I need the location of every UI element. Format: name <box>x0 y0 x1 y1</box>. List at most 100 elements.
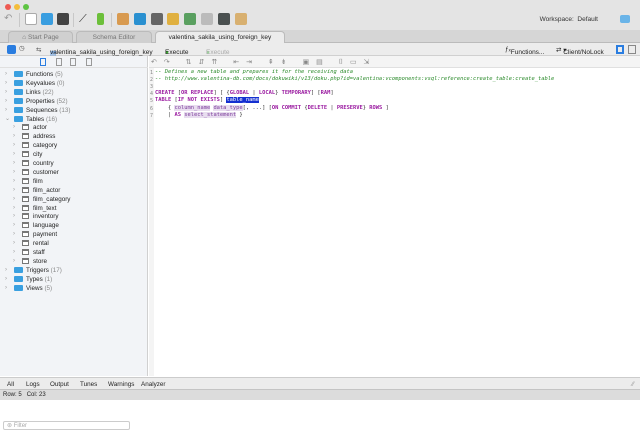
tree-table-item[interactable]: › country <box>13 159 54 168</box>
chevron-right-icon[interactable]: › <box>13 159 15 168</box>
tree-table-item[interactable]: › film_actor <box>13 186 60 195</box>
tree-table-item[interactable]: › store <box>13 257 47 266</box>
open-folder-icon[interactable] <box>41 13 53 25</box>
chevron-right-icon[interactable]: › <box>5 79 7 88</box>
chevron-right-icon[interactable]: › <box>13 195 15 204</box>
tab-schema-editor[interactable]: Schema Editor <box>76 31 152 43</box>
chevron-right-icon[interactable]: › <box>5 275 7 284</box>
chevron-right-icon[interactable]: › <box>13 186 15 195</box>
diagram-icon[interactable] <box>184 13 196 25</box>
home-icon[interactable] <box>117 13 129 25</box>
sql-editor[interactable]: ↶↷ ⇅⇵⇈ ⇤⇥ ⇞⇟ ▣▤ ⌷▭⇲ 1 -- Defines a new ta… <box>149 56 640 376</box>
tree-table-item[interactable]: › category <box>13 141 57 150</box>
chat-icon[interactable] <box>620 15 630 23</box>
tree-table-item[interactable]: › inventory <box>13 212 59 221</box>
book-icon[interactable] <box>235 13 247 25</box>
chevron-right-icon[interactable]: › <box>13 132 15 141</box>
resize-handle-icon[interactable]: ⁄⁄ <box>632 381 634 388</box>
chevron-right-icon[interactable]: › <box>13 230 15 239</box>
tab-start-page[interactable]: ⌂ Start Page <box>8 31 73 43</box>
filter-input[interactable]: ⊛ Filter <box>3 421 130 430</box>
report-icon[interactable] <box>167 13 179 25</box>
tree-table-item[interactable]: › rental <box>13 239 49 248</box>
code-line[interactable]: { column_name data_type[, ...] [ON COMMI… <box>155 104 389 112</box>
undo-icon[interactable]: ↶ <box>4 13 16 25</box>
code-line[interactable]: TABLE [IF NOT EXISTS] table_name <box>155 97 259 104</box>
chevron-right-icon[interactable]: › <box>13 168 15 177</box>
list-view-icon[interactable] <box>56 58 62 66</box>
functions-button[interactable]: ƒₓ Functions... <box>505 46 544 56</box>
tab-query[interactable]: valentina_sakila_using_foreign_key <box>155 31 285 43</box>
tree-table-item[interactable]: › film_category <box>13 195 70 204</box>
tree-table-item[interactable]: › customer <box>13 168 59 177</box>
chevron-right-icon[interactable]: › <box>13 221 15 230</box>
chevron-right-icon[interactable]: › <box>5 284 7 293</box>
editor-tool-icons[interactable]: ↶↷ ⇅⇵⇈ ⇤⇥ ⇞⇟ ▣▤ ⌷▭⇲ <box>137 58 376 67</box>
chevron-right-icon[interactable]: › <box>5 106 7 115</box>
detail-view-icon[interactable] <box>70 58 76 66</box>
code-line[interactable]: | AS select_statement } <box>155 111 243 119</box>
bottom-tab-all[interactable]: All <box>7 381 14 388</box>
left-panel-toggle[interactable] <box>616 45 624 54</box>
chevron-right-icon[interactable]: › <box>13 141 15 150</box>
tree-group-views[interactable]: › Views (5) <box>5 284 52 293</box>
history-icon[interactable]: ◷ <box>19 44 25 52</box>
close-window-button[interactable] <box>5 4 11 10</box>
bottom-tab-logs[interactable]: Logs <box>26 381 40 388</box>
schema-icon[interactable] <box>134 13 146 25</box>
bookmark-icon[interactable] <box>97 13 104 25</box>
workspace-indicator[interactable]: Workspace: Default <box>540 16 598 23</box>
tree-group-links[interactable]: › Links (22) <box>5 88 54 97</box>
tree-table-item[interactable]: › city <box>13 150 42 159</box>
tree-group-types[interactable]: › Types (1) <box>5 275 52 284</box>
tree-group-triggers[interactable]: › Triggers (17) <box>5 266 62 275</box>
group-label: Links <box>26 88 41 96</box>
tree-table-item[interactable]: › payment <box>13 230 57 239</box>
image-view-icon[interactable] <box>86 58 92 66</box>
tree-table-item[interactable]: › film <box>13 177 43 186</box>
maximize-window-button[interactable] <box>23 4 29 10</box>
tree-group-tables[interactable]: ⌄ Tables (16) <box>5 115 57 124</box>
bottom-tab-warnings[interactable]: Warnings <box>108 381 134 388</box>
tree-group-sequences[interactable]: › Sequences (13) <box>5 106 70 115</box>
code-line[interactable]: CREATE [OR REPLACE] [ {GLOBAL | LOCAL} T… <box>155 90 334 97</box>
bottom-tab-tunes[interactable]: Tunes <box>80 381 97 388</box>
tree-group-keyvalues[interactable]: › Keyvalues (0) <box>5 79 65 88</box>
chevron-right-icon[interactable]: › <box>13 204 15 213</box>
edit-mode-button[interactable] <box>7 45 16 54</box>
bottom-tab-output[interactable]: Output <box>50 381 69 388</box>
lock-mode-dropdown[interactable]: ⇄ Client/NoLock ▾ <box>556 46 604 56</box>
chevron-right-icon[interactable]: › <box>5 266 7 275</box>
tree-table-item[interactable]: › staff <box>13 248 45 257</box>
chevron-right-icon[interactable]: › <box>13 212 15 221</box>
chevron-right-icon[interactable]: › <box>13 248 15 257</box>
chevron-down-icon[interactable]: ⌄ <box>5 115 10 124</box>
tree-table-item[interactable]: › language <box>13 221 59 230</box>
chevron-right-icon[interactable]: › <box>13 257 15 266</box>
tree-table-item[interactable]: › actor <box>13 123 47 132</box>
chevron-right-icon[interactable]: › <box>13 150 15 159</box>
connection-icon[interactable]: ⇆ <box>36 46 41 54</box>
code-line[interactable]: -- Defines a new table and prepares it f… <box>155 69 353 76</box>
tree-table-item[interactable]: › film_text <box>13 204 56 213</box>
bottom-tab-analyzer[interactable]: Analyzer <box>141 381 166 388</box>
connect-icon[interactable]: ⟋ <box>79 13 91 25</box>
new-file-icon[interactable] <box>25 13 37 25</box>
tree-group-properties[interactable]: › Properties (52) <box>5 97 68 106</box>
monitor-icon[interactable] <box>218 13 230 25</box>
sql-icon[interactable] <box>151 13 163 25</box>
chevron-right-icon[interactable]: › <box>13 239 15 248</box>
chevron-right-icon[interactable]: › <box>5 97 7 106</box>
chevron-right-icon[interactable]: › <box>13 123 15 132</box>
tree-group-functions[interactable]: › Functions (5) <box>5 70 63 79</box>
tree-view-icon[interactable] <box>40 58 46 66</box>
chevron-right-icon[interactable]: › <box>13 177 15 186</box>
chevron-right-icon[interactable]: › <box>5 88 7 97</box>
save-icon[interactable] <box>57 13 69 25</box>
code-line[interactable]: -- http://www.valentina-db.com/docs/doku… <box>155 76 554 83</box>
right-panel-toggle[interactable] <box>628 45 636 54</box>
minimize-window-button[interactable] <box>14 4 20 10</box>
tree-table-item[interactable]: › address <box>13 132 55 141</box>
window-icon[interactable] <box>201 13 213 25</box>
chevron-right-icon[interactable]: › <box>5 70 7 79</box>
